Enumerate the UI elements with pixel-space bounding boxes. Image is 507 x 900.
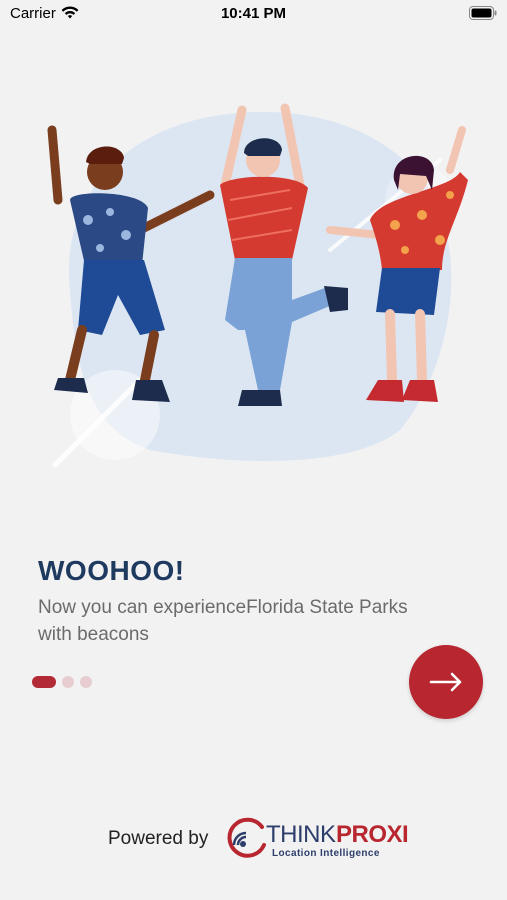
logo-proxi-text: PROXI — [336, 821, 409, 848]
logo-tagline: Location Intelligence — [272, 848, 380, 859]
status-bar: Carrier 10:41 PM — [0, 0, 507, 30]
thinkproxi-logo: THINK PROXI Location Intelligence — [226, 815, 409, 865]
page-dot-2[interactable] — [62, 676, 74, 688]
arrow-right-icon — [429, 672, 462, 692]
logo-think-text: THINK — [266, 821, 336, 848]
onboarding-headline: WOOHOO! — [38, 555, 185, 586]
page-dot-1[interactable] — [32, 676, 56, 688]
page-dot-3[interactable] — [80, 676, 92, 688]
status-time: 10:41 PM — [220, 5, 287, 22]
logo-mark-icon — [227, 817, 266, 858]
battery-icon — [469, 6, 497, 20]
dancing-people-illustration — [47, 103, 468, 468]
onboarding-subtitle: Now you can experienceFlorida State Park… — [38, 597, 408, 645]
next-button[interactable] — [409, 645, 483, 719]
powered-by-label: Powered by — [108, 828, 209, 849]
